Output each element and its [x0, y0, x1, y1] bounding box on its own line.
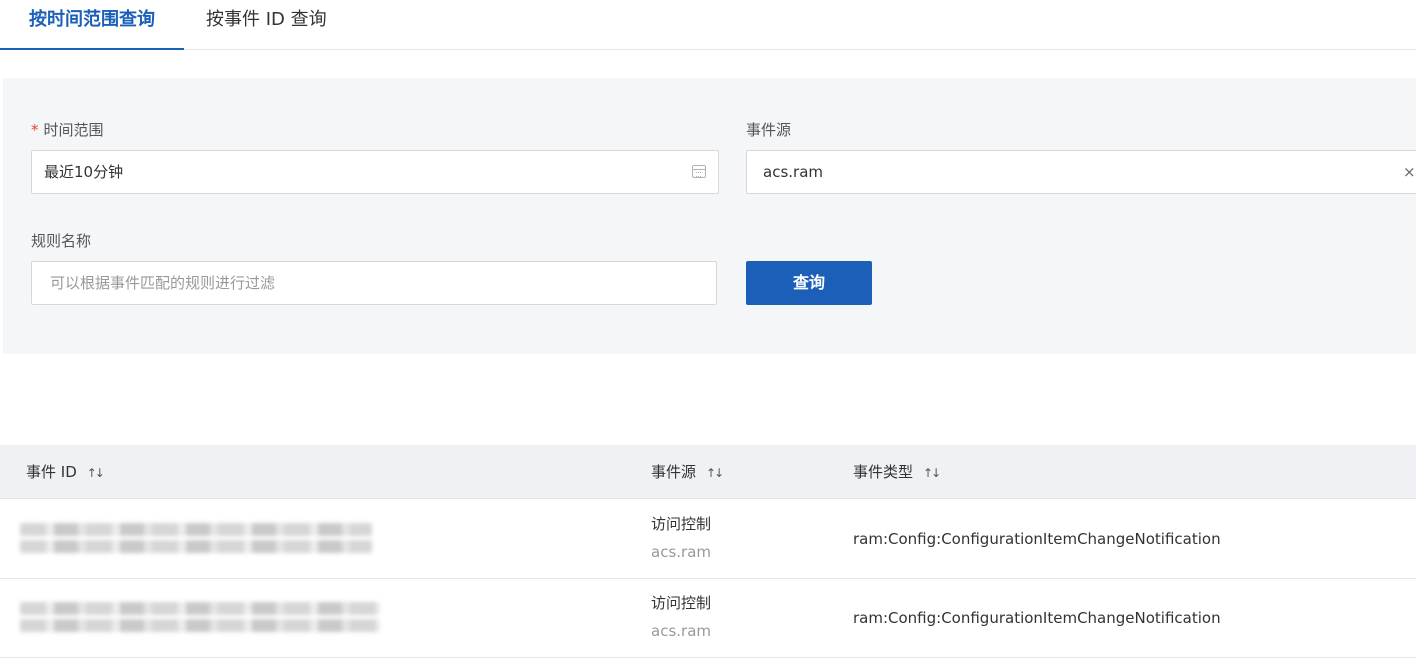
- query-button[interactable]: 查询: [746, 261, 872, 305]
- source-name: 访问控制: [651, 594, 712, 612]
- source-name: 访问控制: [651, 515, 712, 533]
- filter-panel: * 时间范围 最近10分钟 事件源 acs.ram × 规则名称 可以根据事件匹配…: [3, 78, 1416, 354]
- source-code: acs.ram: [651, 543, 711, 561]
- rule-name-placeholder: 可以根据事件匹配的规则进行过滤: [50, 274, 276, 292]
- tab-time-range-query[interactable]: 按时间范围查询: [0, 0, 184, 50]
- column-header-event-type[interactable]: 事件类型 ↑↓: [853, 445, 941, 500]
- rule-name-input[interactable]: 可以根据事件匹配的规则进行过滤: [31, 261, 717, 305]
- time-range-value: 最近10分钟: [44, 163, 124, 181]
- event-type-cell: ram:Config:ConfigurationItemChangeNotifi…: [853, 530, 1221, 548]
- time-range-label: * 时间范围: [31, 121, 104, 139]
- close-icon[interactable]: ×: [1403, 151, 1416, 193]
- event-source-cell: 访问控制 acs.ram: [651, 592, 711, 642]
- source-code: acs.ram: [651, 622, 711, 640]
- table-row: 访问控制 acs.ram ram:Config:ConfigurationIte…: [0, 500, 1416, 579]
- sort-icon[interactable]: ↑↓: [923, 446, 941, 500]
- table-row: 访问控制 acs.ram ram:Config:ConfigurationIte…: [0, 579, 1416, 658]
- event-source-value: acs.ram: [763, 163, 823, 181]
- tab-event-id-query[interactable]: 按事件 ID 查询: [206, 0, 327, 50]
- event-type-cell: ram:Config:ConfigurationItemChangeNotifi…: [853, 609, 1221, 627]
- tab-bar: 按时间范围查询 按事件 ID 查询: [0, 0, 1416, 50]
- rule-name-label: 规则名称: [31, 232, 92, 250]
- calendar-icon[interactable]: [692, 165, 706, 178]
- time-range-picker[interactable]: 最近10分钟: [31, 150, 719, 194]
- redacted-text: [20, 540, 372, 553]
- sort-icon[interactable]: ↑↓: [87, 446, 105, 500]
- redacted-text: [20, 523, 372, 536]
- event-source-select[interactable]: acs.ram ×: [746, 150, 1416, 194]
- column-header-event-source[interactable]: 事件源 ↑↓: [651, 445, 724, 500]
- redacted-text: [20, 619, 380, 632]
- column-header-event-id[interactable]: 事件 ID ↑↓: [26, 445, 105, 500]
- sort-icon[interactable]: ↑↓: [706, 446, 724, 500]
- redacted-text: [20, 602, 380, 615]
- event-source-label: 事件源: [746, 121, 792, 139]
- event-id-cell-redacted[interactable]: [20, 601, 380, 635]
- required-mark: *: [31, 121, 39, 139]
- table-header: 事件 ID ↑↓ 事件源 ↑↓ 事件类型 ↑↓: [0, 445, 1416, 499]
- event-id-cell-redacted[interactable]: [20, 522, 380, 556]
- event-source-cell: 访问控制 acs.ram: [651, 513, 711, 563]
